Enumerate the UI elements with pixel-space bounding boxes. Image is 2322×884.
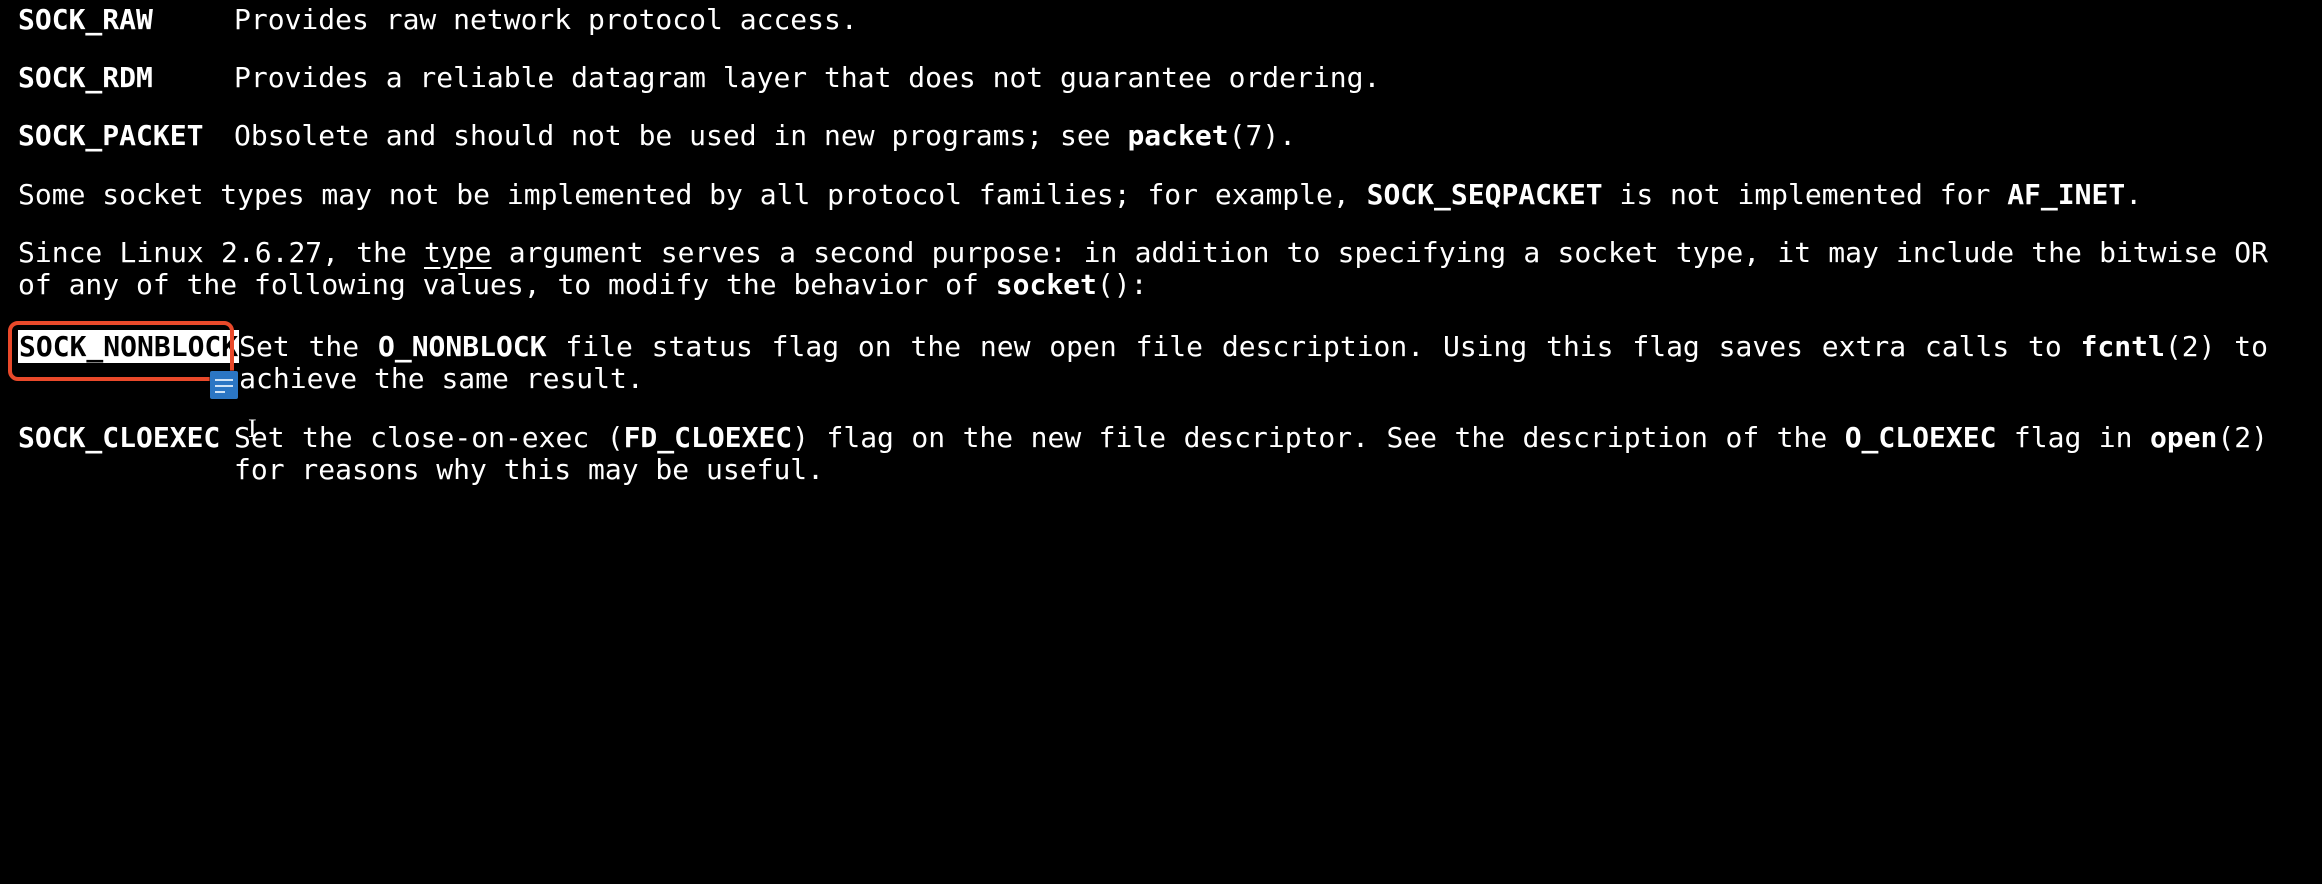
term-sock-nonblock[interactable]: SOCK_NONBLOCK xyxy=(18,330,239,363)
para-text: . xyxy=(2125,178,2142,211)
desc-text: flag in xyxy=(1996,421,2150,454)
term-sock-cloexec: SOCK_CLOEXEC xyxy=(18,421,220,454)
desc-sock-rdm: Provides a reliable datagram layer that … xyxy=(234,62,2268,94)
desc-text: Obsolete and should not be used in new p… xyxy=(234,119,1127,152)
para-text: Some socket types may not be implemented… xyxy=(18,178,1367,211)
term-sock-packet: SOCK_PACKET xyxy=(18,119,203,152)
term-sock-rdm: SOCK_RDM xyxy=(18,61,153,94)
ref-fd-cloexec: FD_CLOEXEC xyxy=(624,421,793,454)
ref-o-nonblock: O_NONBLOCK xyxy=(378,330,547,363)
ref-o-cloexec: O_CLOEXEC xyxy=(1845,421,1997,454)
definition-row: SOCK_PACKET Obsolete and should not be u… xyxy=(18,120,2268,152)
desc-text: (7). xyxy=(1229,119,1296,152)
ref-socket: socket xyxy=(996,268,1097,301)
paragraph: Since Linux 2.6.27, the type argument se… xyxy=(18,237,2268,301)
para-text: Since Linux 2.6.27, the xyxy=(18,236,424,269)
desc-sock-cloexec: Set the close-on-exec (FD_CLOEXEC) flag … xyxy=(234,422,2268,486)
ref-sock-seqpacket: SOCK_SEQPACKET xyxy=(1367,178,1603,211)
ref-fcntl: fcntl xyxy=(2081,330,2165,363)
desc-sock-raw: Provides raw network protocol access. xyxy=(234,4,2268,36)
ref-af-inet: AF_INET xyxy=(2007,178,2125,211)
para-text: (): xyxy=(1097,268,1148,301)
desc-sock-nonblock: Set the O_NONBLOCK file status flag on t… xyxy=(239,331,2268,395)
definition-row: SOCK_CLOEXEC I Set the close-on-exec (FD… xyxy=(18,422,2268,486)
ref-packet: packet xyxy=(1127,119,1228,152)
desc-text: Provides raw network protocol access. xyxy=(234,3,858,36)
paragraph: Some socket types may not be implemented… xyxy=(18,179,2268,211)
definition-row: SOCK_NONBLOCK Set the O_NONBLOCK file st… xyxy=(18,331,2268,395)
desc-text: Provides a reliable datagram layer that … xyxy=(234,61,1380,94)
arg-type: type xyxy=(424,236,491,269)
definition-row: SOCK_RDM Provides a reliable datagram la… xyxy=(18,62,2268,94)
desc-text: file status flag on the new open file de… xyxy=(547,330,2081,363)
desc-text: Set the close-on-exec ( xyxy=(234,421,624,454)
definition-row: SOCK_RAW Provides raw network protocol a… xyxy=(18,4,2268,36)
man-page-content[interactable]: SOCK_RAW Provides raw network protocol a… xyxy=(0,0,2286,498)
desc-sock-packet: Obsolete and should not be used in new p… xyxy=(234,120,2268,152)
desc-text: ) flag on the new file descriptor. See t… xyxy=(792,421,1845,454)
ref-open: open xyxy=(2150,421,2217,454)
note-icon[interactable] xyxy=(210,371,238,399)
para-text: is not implemented for xyxy=(1603,178,2008,211)
term-sock-raw: SOCK_RAW xyxy=(18,3,153,36)
desc-text: Set the xyxy=(239,330,378,363)
